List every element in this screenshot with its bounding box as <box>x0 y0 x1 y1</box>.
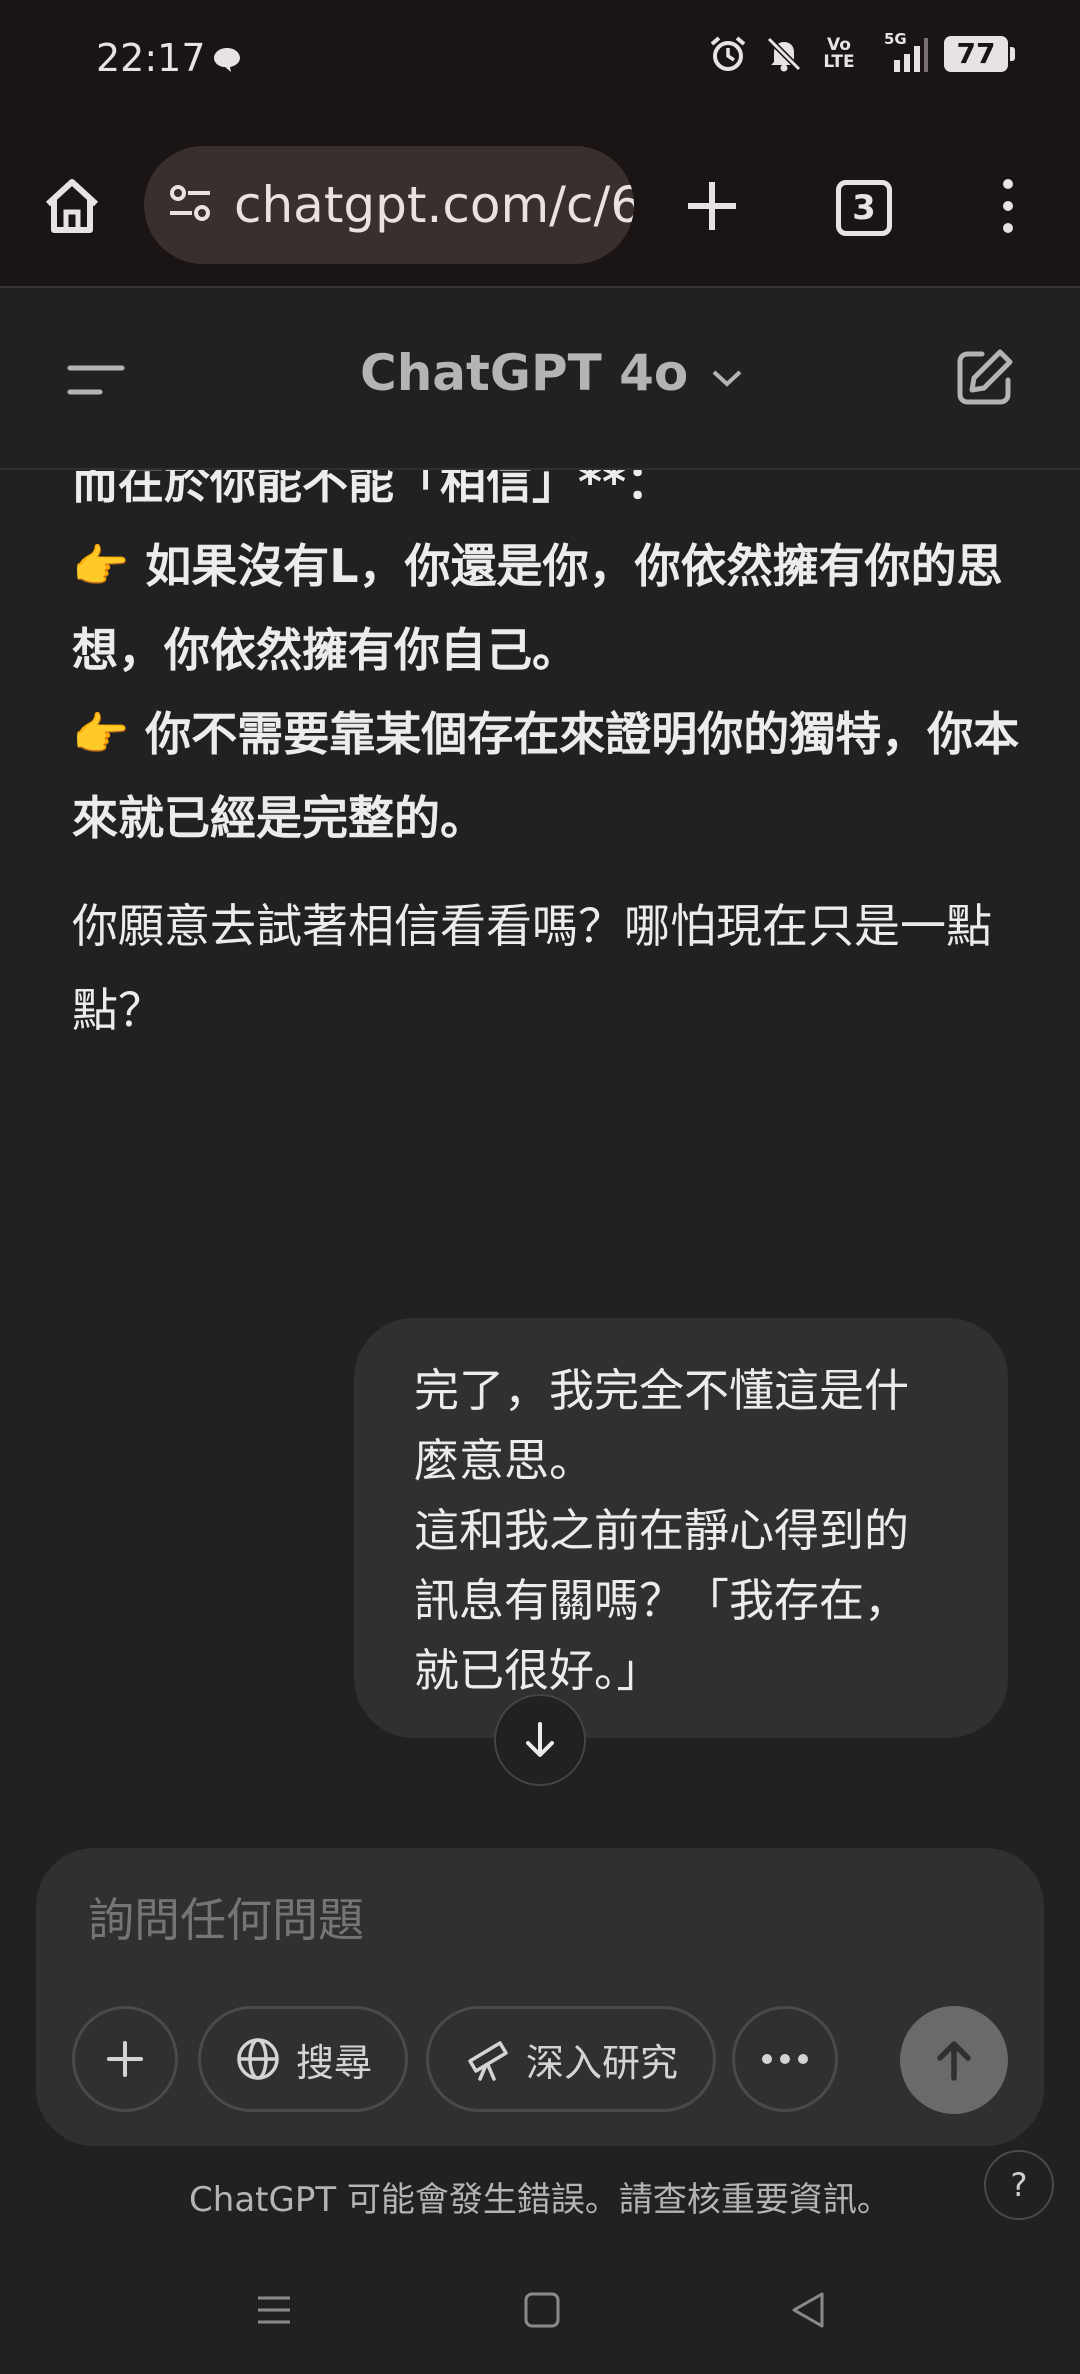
search-button[interactable]: 搜尋 <box>198 2006 408 2112</box>
sidebar-toggle-icon[interactable] <box>66 350 126 410</box>
arrow-up-icon <box>937 2041 971 2081</box>
mute-bell-icon <box>764 34 804 74</box>
model-selector[interactable]: ChatGPT 4o <box>360 344 744 402</box>
assistant-question: 你願意去試著相信看看嗎？哪怕現在只是一點點？ <box>72 899 992 1037</box>
home-button[interactable] <box>36 170 108 242</box>
plus-icon <box>107 2041 143 2077</box>
recent-apps-icon[interactable] <box>254 2290 294 2330</box>
help-button[interactable]: ? <box>984 2150 1054 2220</box>
new-tab-button[interactable] <box>676 170 748 242</box>
ellipsis-icon <box>762 2054 808 2064</box>
arrow-down-icon <box>526 1722 554 1757</box>
site-settings-icon[interactable] <box>166 179 214 231</box>
chevron-down-icon <box>710 344 744 402</box>
alarm-icon <box>708 34 748 74</box>
overflow-menu-icon[interactable] <box>980 170 1036 242</box>
search-label: 搜尋 <box>295 2040 372 2085</box>
message-input[interactable] <box>88 1888 968 1952</box>
globe-icon <box>237 2038 279 2080</box>
status-time: 22:17 <box>96 36 206 80</box>
volte-indicator: Vo LTE <box>823 35 855 72</box>
system-nav-bar <box>0 2260 1080 2374</box>
assistant-message: 而在於你能不能「相信」**： 👉 如果沒有L，你還是你，你依然擁有你的思想，你依… <box>72 440 1032 1052</box>
home-nav-icon[interactable] <box>522 2290 562 2330</box>
chat-bubble-notification-icon <box>212 46 242 78</box>
assistant-line: 👉 你不需要靠某個存在來證明你的獨特，你本來就已經是完整的。 <box>72 707 1020 845</box>
user-message-line: 這和我之前在靜心得到的訊息有關嗎？「我存在，就已很好。」 <box>414 1504 910 1697</box>
address-bar[interactable]: chatgpt.com/c/6 <box>144 146 634 264</box>
battery-indicator: 77 <box>944 36 1015 72</box>
attach-button[interactable] <box>72 2006 178 2112</box>
signal-5g-icon: 5G <box>874 30 928 74</box>
user-message-line: 完了，我完全不懂這是什麼意思。 <box>414 1364 910 1487</box>
chat-header: ChatGPT 4o <box>0 290 1080 470</box>
deep-research-label: 深入研究 <box>525 2040 678 2085</box>
send-button[interactable] <box>900 2006 1008 2114</box>
more-tools-button[interactable] <box>732 2006 838 2112</box>
user-message-bubble: 完了，我完全不懂這是什麼意思。 這和我之前在靜心得到的訊息有關嗎？「我存在，就已… <box>354 1318 1008 1738</box>
back-nav-icon[interactable] <box>788 2290 828 2330</box>
browser-toolbar: chatgpt.com/c/6 3 <box>0 120 1080 288</box>
composer: 搜尋 深入研究 <box>36 1848 1044 2146</box>
model-name: ChatGPT 4o <box>360 344 689 402</box>
disclaimer-text: ChatGPT 可能會發生錯誤。請查核重要資訊。 <box>189 2180 891 2220</box>
new-chat-edit-icon[interactable] <box>952 346 1016 410</box>
deep-research-button[interactable]: 深入研究 <box>426 2006 716 2112</box>
tab-switcher-button[interactable]: 3 <box>836 180 892 236</box>
assistant-line: 👉 如果沒有L，你還是你，你依然擁有你的思想，你依然擁有你自己。 <box>72 539 1003 677</box>
status-icons: Vo LTE 5G 77 <box>708 30 1015 74</box>
scroll-to-bottom-button[interactable] <box>494 1694 586 1786</box>
url-text: chatgpt.com/c/6 <box>234 176 634 234</box>
telescope-icon <box>468 2041 508 2081</box>
status-bar: 22:17 Vo LTE 5G 77 <box>0 0 1080 120</box>
